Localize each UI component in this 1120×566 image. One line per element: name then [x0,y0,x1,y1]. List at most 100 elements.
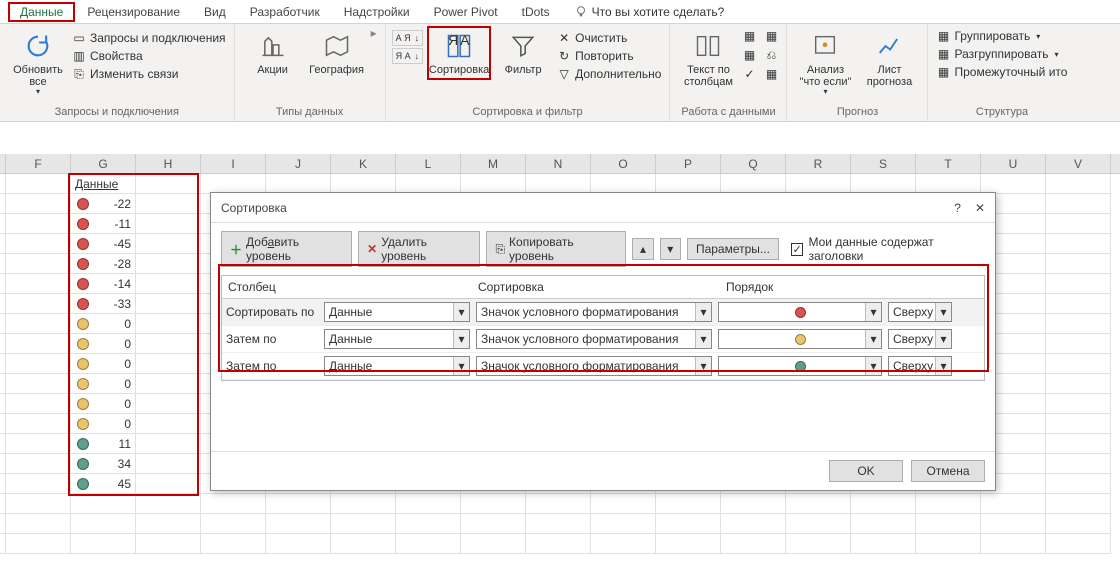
col-header[interactable]: I [201,154,266,173]
remove-dupes-button[interactable]: ▦ [740,47,758,63]
tab-data[interactable]: Данные [8,2,75,22]
group-rows-button[interactable]: ▦Группировать▾ [934,28,1069,44]
status-dot-icon [77,398,89,410]
what-if-button[interactable]: Анализ "что если"▾ [793,26,857,101]
data-validation-button[interactable]: ✓ [740,66,758,82]
data-cell[interactable]: 0 [71,374,136,394]
col-header[interactable]: G [71,154,136,173]
sort-on-combo[interactable]: Значок условного форматирования▾ [476,329,712,349]
filter-icon [507,30,539,62]
chevron-down-icon: ▾ [695,357,711,375]
data-cell[interactable]: -22 [71,194,136,214]
queries-connections-button[interactable]: ▭Запросы и подключения [70,30,228,46]
col-header[interactable]: S [851,154,916,173]
sort-level-label: Затем по [226,359,318,373]
group-data-types: Акции География ▸ Типы данных [235,24,386,121]
sort-position-combo[interactable]: Сверху▾ [888,302,952,322]
sort-column-combo[interactable]: Данные▾ [324,302,470,322]
sort-position-combo[interactable]: Сверху▾ [888,356,952,376]
data-cell[interactable]: 45 [71,474,136,494]
data-cell[interactable]: -33 [71,294,136,314]
data-cell[interactable]: 0 [71,414,136,434]
sort-column-combo[interactable]: Данные▾ [324,329,470,349]
col-header[interactable]: H [136,154,201,173]
tab-powerpivot[interactable]: Power Pivot [422,2,510,22]
data-header-cell[interactable]: Данные [71,174,136,194]
add-level-button[interactable]: ＋Добавить уровень [221,231,352,267]
status-dot-icon [77,278,89,290]
sort-button[interactable]: ЯА Сортировка [427,26,491,80]
sort-desc-button[interactable]: Я А↓ [392,48,424,64]
col-header[interactable]: F [6,154,71,173]
data-model-button[interactable]: ▦ [762,66,780,82]
clear-filter-button[interactable]: ✕Очистить [555,30,663,46]
edit-links-button[interactable]: ⎘Изменить связи [70,66,228,82]
move-up-button[interactable]: ▴ [632,238,653,260]
relationships-button[interactable]: ⎌ [762,47,780,63]
col-header[interactable]: M [461,154,526,173]
col-header[interactable]: K [331,154,396,173]
data-cell[interactable]: -11 [71,214,136,234]
data-cell[interactable]: 0 [71,354,136,374]
close-button[interactable]: ✕ [975,201,985,215]
delete-level-button[interactable]: ✕Удалить уровень [358,231,480,267]
stocks-button[interactable]: Акции [241,26,305,80]
move-down-button[interactable]: ▾ [660,238,681,260]
data-cell[interactable]: 11 [71,434,136,454]
col-header[interactable]: N [526,154,591,173]
help-button[interactable]: ? [954,201,961,215]
headers-checkbox[interactable]: ✓ Мои данные содержат заголовки [791,235,985,263]
filter-button[interactable]: Фильтр [491,26,555,80]
data-types-expand[interactable]: ▸ [369,26,379,40]
sort-position-combo[interactable]: Сверху▾ [888,329,952,349]
header-sorton: Сортировка [472,276,720,298]
col-header[interactable]: T [916,154,981,173]
tab-developer[interactable]: Разработчик [238,2,332,22]
group-outline: ▦Группировать▾ ▦Разгруппировать▾ ▦Промеж… [928,24,1075,121]
subtotal-button[interactable]: ▦Промежуточный ито [934,64,1069,80]
sort-icon-combo[interactable]: ▾ [718,302,882,322]
advanced-filter-button[interactable]: ▽Дополнительно [555,66,663,82]
sort-asc-button[interactable]: А Я↓ [392,30,424,46]
data-cell[interactable]: 34 [71,454,136,474]
col-header[interactable]: R [786,154,851,173]
col-header[interactable]: U [981,154,1046,173]
text-to-columns-button[interactable]: Текст по столбцам [676,26,740,92]
sort-on-combo[interactable]: Значок условного форматирования▾ [476,302,712,322]
tab-review[interactable]: Рецензирование [75,2,192,22]
col-header[interactable]: P [656,154,721,173]
ungroup-button[interactable]: ▦Разгруппировать▾ [934,46,1069,62]
tab-tdots[interactable]: tDots [510,2,562,22]
tab-addins[interactable]: Надстройки [332,2,422,22]
sort-column-combo[interactable]: Данные▾ [324,356,470,376]
col-header[interactable]: J [266,154,331,173]
data-cell[interactable]: 0 [71,334,136,354]
properties-button[interactable]: ▥Свойства [70,48,228,64]
tab-view[interactable]: Вид [192,2,238,22]
data-cell[interactable]: -28 [71,254,136,274]
ok-button[interactable]: OK [829,460,903,482]
sort-icon-combo[interactable]: ▾ [718,329,882,349]
col-header[interactable]: L [396,154,461,173]
consolidate-button[interactable]: ▦ [762,28,780,44]
col-header[interactable]: O [591,154,656,173]
col-header[interactable]: V [1046,154,1111,173]
data-cell[interactable]: -45 [71,234,136,254]
checkbox-icon: ✓ [791,243,804,256]
data-cell[interactable]: 0 [71,394,136,414]
sort-options-button[interactable]: Параметры... [687,238,779,260]
reapply-button[interactable]: ↻Повторить [555,48,663,64]
data-cell[interactable]: 0 [71,314,136,334]
sort-on-combo[interactable]: Значок условного форматирования▾ [476,356,712,376]
sort-icon-combo[interactable]: ▾ [718,356,882,376]
col-header[interactable]: Q [721,154,786,173]
geography-button[interactable]: География [305,26,369,80]
tell-me-search[interactable]: Что вы хотите сделать? [574,5,725,19]
refresh-all-button[interactable]: Обновить все▾ [6,26,70,101]
copy-level-button[interactable]: ⎘Копировать уровень [486,231,626,267]
data-cell[interactable]: -14 [71,274,136,294]
cancel-button[interactable]: Отмена [911,460,985,482]
forecast-sheet-button[interactable]: Лист прогноза [857,26,921,92]
flash-fill-button[interactable]: ▦ [740,28,758,44]
ribbon: Обновить все▾ ▭Запросы и подключения ▥Св… [0,24,1120,122]
